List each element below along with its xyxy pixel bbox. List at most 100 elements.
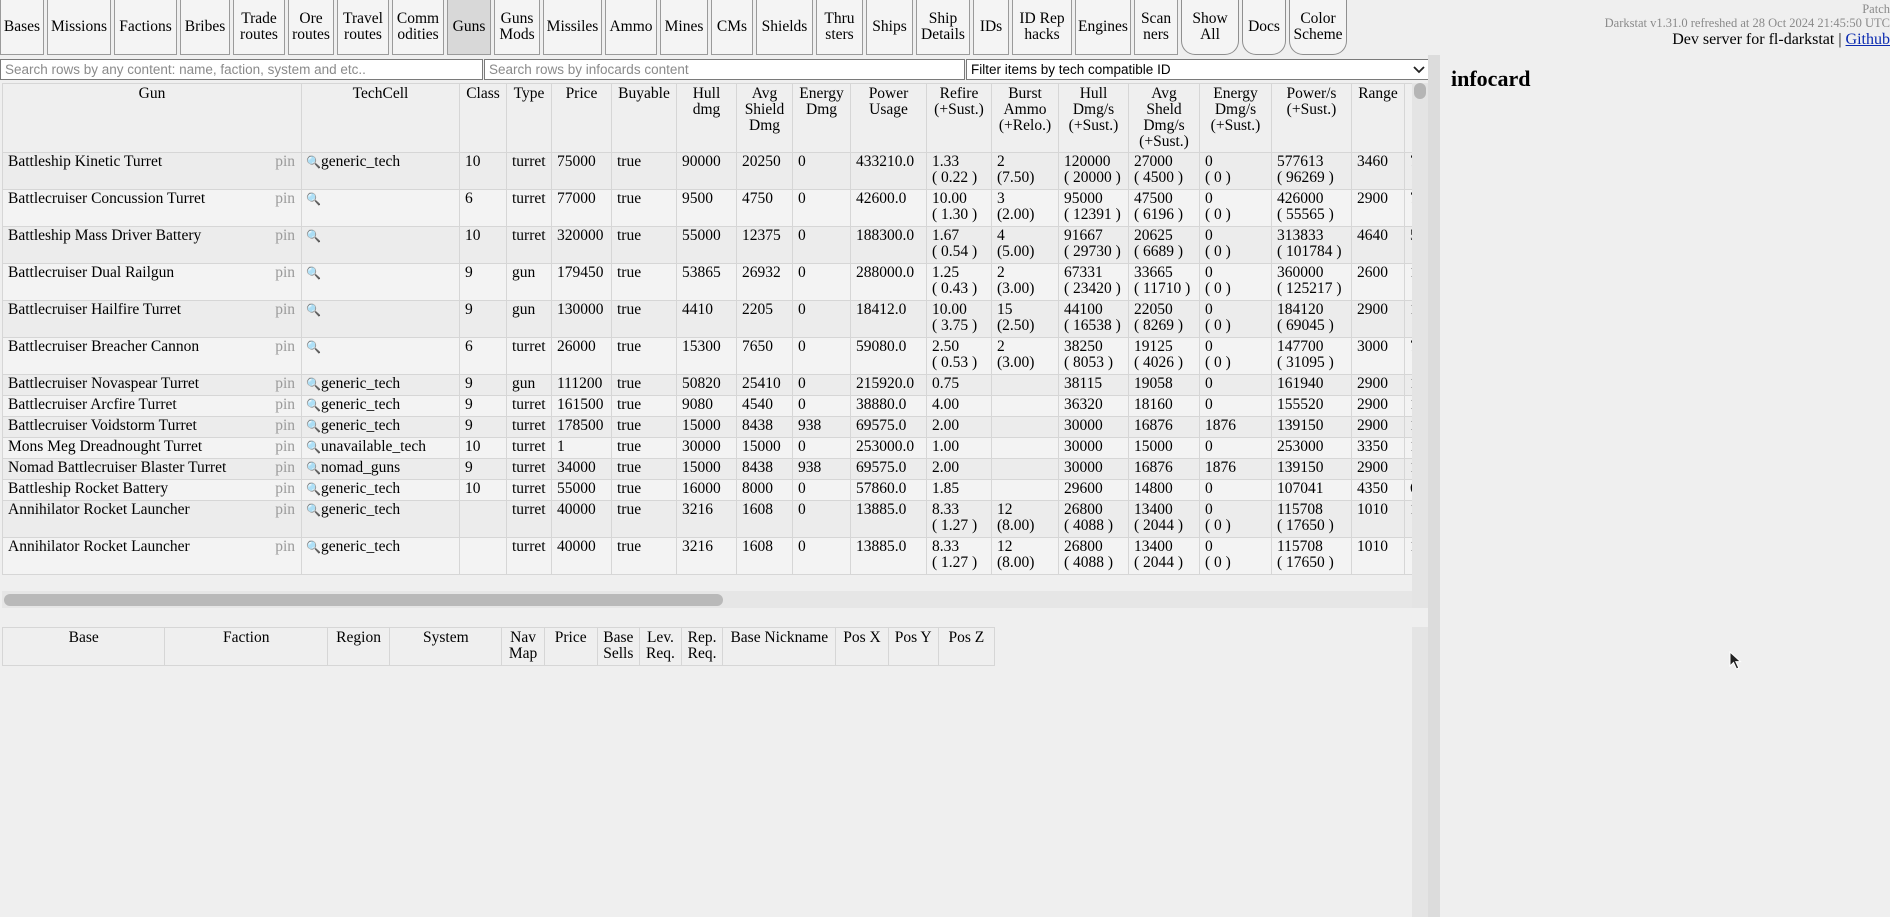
pin-button[interactable]: pin	[275, 481, 295, 497]
table-row[interactable]: Battleship Kinetic Turret pin 🔍generic_tec…	[2, 152, 1412, 190]
tab-ships[interactable]: Ships	[866, 0, 913, 55]
column-header[interactable]: Power Usage	[850, 83, 927, 153]
column-header[interactable]: Class	[459, 83, 507, 153]
magnifier-icon[interactable]: 🔍	[306, 461, 321, 475]
table-row[interactable]: Battlecruiser Hailfire Turret pin 🔍 9 gun 130…	[2, 300, 1412, 338]
magnifier-icon[interactable]: 🔍	[306, 377, 321, 391]
gun-name-cell[interactable]: Mons Meg Dreadnought Turret pin	[2, 437, 302, 459]
magnifier-icon[interactable]: 🔍	[306, 419, 321, 433]
tab-missions[interactable]: Missions	[47, 0, 111, 55]
column-header[interactable]: Avg Shield Dmg	[736, 83, 793, 153]
magnifier-icon[interactable]: 🔍	[306, 340, 321, 354]
pin-button[interactable]: pin	[275, 339, 295, 355]
magnifier-icon[interactable]: 🔍	[306, 482, 321, 496]
tab-cms[interactable]: CMs	[711, 0, 753, 55]
column-header[interactable]: Range	[1351, 83, 1405, 153]
tab-show-all[interactable]: Show All	[1181, 0, 1239, 55]
horizontal-scroll-thumb[interactable]	[4, 594, 723, 606]
pin-button[interactable]: pin	[275, 191, 295, 207]
column-header[interactable]: Rep. Req.	[681, 627, 724, 666]
column-header[interactable]: Base Sells	[596, 627, 640, 666]
tab-guns[interactable]: Guns	[447, 0, 491, 55]
pin-button[interactable]: pin	[275, 502, 295, 518]
pin-button[interactable]: pin	[275, 302, 295, 318]
column-header[interactable]: Pos X	[835, 627, 889, 666]
column-header[interactable]: Faction	[164, 627, 328, 666]
column-header[interactable]: Lev. Req.	[638, 627, 683, 666]
tab-ids[interactable]: IDs	[973, 0, 1009, 55]
magnifier-icon[interactable]: 🔍	[306, 192, 321, 206]
tab-id-rep-hacks[interactable]: ID Rep hacks	[1012, 0, 1072, 55]
table-row[interactable]: Battlecruiser Concussion Turret pin 🔍 6 turr…	[2, 189, 1412, 227]
tab-color-scheme[interactable]: Color Scheme	[1289, 0, 1347, 55]
tab-scan-ners[interactable]: Scan ners	[1134, 0, 1178, 55]
table-row[interactable]: Annihilator Rocket Launcher pin 🔍generic_t…	[2, 500, 1412, 538]
column-header[interactable]: Price	[551, 83, 612, 153]
column-header[interactable]: Hull Dmg/s (+Sust.)	[1058, 83, 1129, 153]
gun-name-cell[interactable]: Battlecruiser Breacher Cannon pin	[2, 337, 302, 375]
gun-name-cell[interactable]: Annihilator Rocket Launcher pin	[2, 500, 302, 538]
pin-button[interactable]: pin	[275, 154, 295, 170]
tab-travel-routes[interactable]: Travel routes	[337, 0, 389, 55]
table-row[interactable]: Mons Meg Dreadnought Turret pin 🔍unavailab…	[2, 437, 1412, 459]
tab-docs[interactable]: Docs	[1242, 0, 1286, 55]
magnifier-icon[interactable]: 🔍	[306, 266, 321, 280]
tech-filter-select[interactable]: Filter items by tech compatible ID	[966, 59, 1430, 80]
pin-button[interactable]: pin	[275, 460, 295, 476]
tab-comm-odities[interactable]: Comm odities	[392, 0, 444, 55]
table-row[interactable]: Battlecruiser Dual Railgun pin 🔍 9 gun 179450…	[2, 263, 1412, 301]
table-row[interactable]: Battlecruiser Novaspear Turret pin 🔍generi…	[2, 374, 1412, 396]
gun-name-cell[interactable]: Battlecruiser Dual Railgun pin	[2, 263, 302, 301]
column-header[interactable]: Refire (+Sust.)	[926, 83, 992, 153]
gun-name-cell[interactable]: Battleship Kinetic Turret pin	[2, 152, 302, 190]
gun-name-cell[interactable]: Battlecruiser Concussion Turret pin	[2, 189, 302, 227]
tab-ore-routes[interactable]: Ore routes	[288, 0, 334, 55]
pin-button[interactable]: pin	[275, 376, 295, 392]
magnifier-icon[interactable]: 🔍	[306, 440, 321, 454]
tab-missiles[interactable]: Missiles	[543, 0, 602, 55]
column-header[interactable]: Pos Z	[937, 627, 996, 666]
vertical-scrollbar[interactable]	[1412, 83, 1428, 608]
tab-bribes[interactable]: Bribes	[180, 0, 230, 55]
tab-ship-details[interactable]: Ship Details	[916, 0, 970, 55]
column-header[interactable]: Base	[2, 627, 166, 666]
tab-guns-mods[interactable]: Guns Mods	[494, 0, 540, 55]
magnifier-icon[interactable]: 🔍	[306, 540, 321, 554]
column-header[interactable]: Burst Ammo (+Relo.)	[991, 83, 1059, 153]
gun-name-cell[interactable]: Battlecruiser Novaspear Turret pin	[2, 374, 302, 396]
pane-divider[interactable]	[1428, 55, 1440, 917]
column-header[interactable]: Sp	[1404, 83, 1412, 153]
gun-name-cell[interactable]: Annihilator Rocket Launcher pin	[2, 537, 302, 575]
gun-name-cell[interactable]: Battlecruiser Voidstorm Turret pin	[2, 416, 302, 438]
column-header[interactable]: Energy Dmg/s (+Sust.)	[1199, 83, 1272, 153]
horizontal-scrollbar[interactable]	[2, 591, 1412, 608]
gun-name-cell[interactable]: Battleship Rocket Battery pin	[2, 479, 302, 501]
gun-name-cell[interactable]: Battleship Mass Driver Battery pin	[2, 226, 302, 264]
table-row[interactable]: Battlecruiser Breacher Cannon pin 🔍 6 turret…	[2, 337, 1412, 375]
magnifier-icon[interactable]: 🔍	[306, 503, 321, 517]
search-input[interactable]	[0, 59, 483, 80]
gun-name-cell[interactable]: Battlecruiser Arcfire Turret pin	[2, 395, 302, 417]
vertical-scroll-thumb[interactable]	[1414, 83, 1426, 99]
pin-button[interactable]: pin	[275, 228, 295, 244]
pin-button[interactable]: pin	[275, 539, 295, 555]
table-row[interactable]: Nomad Battlecruiser Blaster Turret pin 🔍no…	[2, 458, 1412, 480]
gun-name-cell[interactable]: Battlecruiser Hailfire Turret pin	[2, 300, 302, 338]
magnifier-icon[interactable]: 🔍	[306, 155, 321, 169]
bottom-scrollbar[interactable]	[1412, 627, 1428, 917]
table-row[interactable]: Battlecruiser Arcfire Turret pin 🔍generic_…	[2, 395, 1412, 417]
infocard-search-input[interactable]	[484, 59, 965, 80]
column-header[interactable]: Hull dmg	[676, 83, 737, 153]
column-header[interactable]: Energy Dmg	[792, 83, 851, 153]
column-header[interactable]: Gun	[2, 83, 302, 153]
tab-bases[interactable]: Bases	[0, 0, 44, 55]
table-row[interactable]: Battleship Mass Driver Battery pin 🔍 10 turr…	[2, 226, 1412, 264]
column-header[interactable]: Region	[326, 627, 391, 666]
column-header[interactable]: System	[389, 627, 503, 666]
column-header[interactable]: Type	[506, 83, 552, 153]
pin-button[interactable]: pin	[275, 418, 295, 434]
pin-button[interactable]: pin	[275, 397, 295, 413]
github-link[interactable]: Github	[1846, 31, 1890, 48]
tab-ammo[interactable]: Ammo	[605, 0, 657, 55]
column-header[interactable]: Pos Y	[887, 627, 939, 666]
